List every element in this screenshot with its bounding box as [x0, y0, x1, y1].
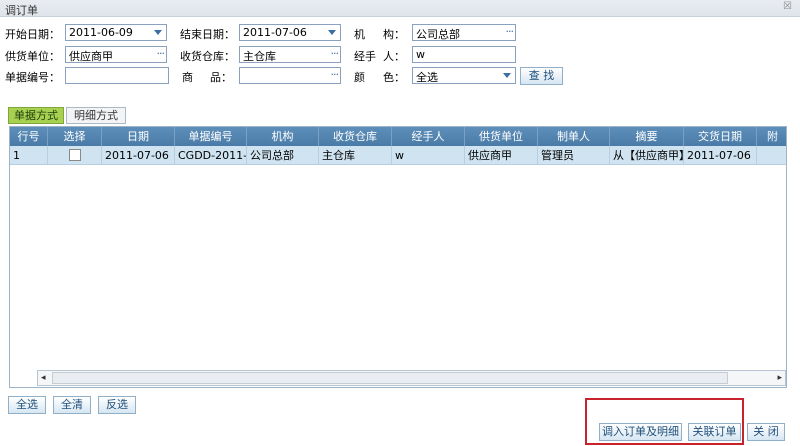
link-order-button[interactable]: 关联订单: [688, 423, 741, 441]
close-button[interactable]: 关 闭: [747, 423, 785, 441]
row-checkbox[interactable]: [68, 149, 81, 161]
color-select[interactable]: 全选: [412, 67, 516, 84]
product-field[interactable]: ···: [239, 67, 341, 84]
org-label-b: 构：: [383, 28, 405, 41]
color-label-a: 颜: [354, 71, 365, 84]
col-header[interactable]: 供货单位: [465, 127, 538, 146]
clear-all-button[interactable]: 全清: [53, 396, 91, 414]
ellipsis-icon[interactable]: ···: [331, 47, 339, 60]
col-header[interactable]: 制单人: [538, 127, 610, 146]
cell-creator: 管理员: [538, 146, 610, 165]
row-number: 1: [10, 146, 48, 165]
scrollbar-thumb[interactable]: [52, 372, 728, 384]
cell-supplier: 供应商甲: [465, 146, 538, 165]
search-button[interactable]: 查 找: [520, 67, 563, 85]
start-date-label: 开始日期：: [5, 28, 60, 41]
ellipsis-icon[interactable]: ···: [331, 68, 339, 81]
tab-detail-mode[interactable]: 明细方式: [66, 107, 126, 124]
cell-org: 公司总部: [247, 146, 319, 165]
color-value: 全选: [416, 71, 438, 84]
end-date-value: 2011-07-06: [243, 26, 307, 39]
col-header[interactable]: 附: [757, 127, 786, 146]
col-header[interactable]: 单据编号: [175, 127, 247, 146]
start-date-field[interactable]: 2011-06-09: [65, 24, 167, 41]
org-label-a: 机: [354, 28, 365, 41]
handler-label-b: 人：: [383, 50, 405, 63]
handler-label-a: 经手: [354, 50, 376, 63]
ellipsis-icon[interactable]: ···: [506, 25, 514, 38]
doc-no-field[interactable]: [65, 67, 169, 84]
chevron-down-icon[interactable]: [154, 30, 162, 35]
chevron-down-icon[interactable]: [503, 73, 511, 78]
warehouse-field[interactable]: 主仓库 ···: [239, 46, 341, 63]
org-field[interactable]: 公司总部 ···: [412, 24, 516, 41]
supplier-field[interactable]: 供应商甲 ···: [65, 46, 167, 63]
org-value: 公司总部: [416, 28, 460, 41]
cell-summary: 从【供应商甲】: [610, 146, 684, 165]
row-select-cell: [48, 146, 102, 165]
scroll-left-icon[interactable]: ◂: [41, 373, 46, 383]
cell-handler: w: [392, 146, 465, 165]
end-date-field[interactable]: 2011-07-06: [239, 24, 341, 41]
cell-extra: [757, 146, 786, 165]
scroll-right-icon[interactable]: ▸: [777, 373, 782, 383]
doc-no-label: 单据编号：: [5, 71, 60, 84]
grid-header: 行号 选择 日期 单据编号 机构 收货仓库 经手人 供货单位 制单人 摘要 交货…: [10, 127, 786, 146]
col-header[interactable]: 经手人: [392, 127, 465, 146]
col-header[interactable]: 日期: [102, 127, 175, 146]
supplier-value: 供应商甲: [69, 50, 113, 63]
close-icon[interactable]: ☒: [783, 1, 792, 12]
warehouse-value: 主仓库: [243, 50, 276, 63]
col-header[interactable]: 交货日期: [684, 127, 757, 146]
col-header[interactable]: 收货仓库: [319, 127, 392, 146]
cell-warehouse: 主仓库: [319, 146, 392, 165]
cell-delivery-date: 2011-07-06: [684, 146, 757, 165]
product-label-b: 品：: [210, 71, 232, 84]
ellipsis-icon[interactable]: ···: [157, 47, 165, 60]
window-title: 调订单: [5, 4, 38, 17]
invert-selection-button[interactable]: 反选: [98, 396, 136, 414]
tab-document-mode[interactable]: 单据方式: [8, 107, 64, 124]
warehouse-label: 收货仓库：: [180, 50, 235, 63]
product-label-a: 商: [182, 71, 193, 84]
col-header[interactable]: 机构: [247, 127, 319, 146]
col-header[interactable]: 摘要: [610, 127, 684, 146]
col-header[interactable]: 行号: [10, 127, 48, 146]
cell-date: 2011-07-06: [102, 146, 175, 165]
import-order-detail-button[interactable]: 调入订单及明细: [599, 423, 682, 441]
end-date-label: 结束日期：: [180, 28, 235, 41]
cell-doc-no: CGDD-2011-: [175, 146, 247, 165]
handler-value: w: [416, 48, 425, 61]
start-date-value: 2011-06-09: [69, 26, 133, 39]
horizontal-scrollbar[interactable]: ◂ ▸: [37, 370, 786, 386]
chevron-down-icon[interactable]: [328, 30, 336, 35]
select-all-button[interactable]: 全选: [8, 396, 46, 414]
col-header[interactable]: 选择: [48, 127, 102, 146]
supplier-label: 供货单位：: [5, 50, 60, 63]
handler-field[interactable]: w: [412, 46, 516, 63]
table-row[interactable]: 1 2011-07-06 CGDD-2011- 公司总部 主仓库 w 供应商甲 …: [10, 146, 786, 165]
window-titlebar: 调订单 ☒: [0, 0, 800, 17]
orders-grid: 行号 选择 日期 单据编号 机构 收货仓库 经手人 供货单位 制单人 摘要 交货…: [9, 126, 787, 388]
color-label-b: 色：: [383, 71, 405, 84]
